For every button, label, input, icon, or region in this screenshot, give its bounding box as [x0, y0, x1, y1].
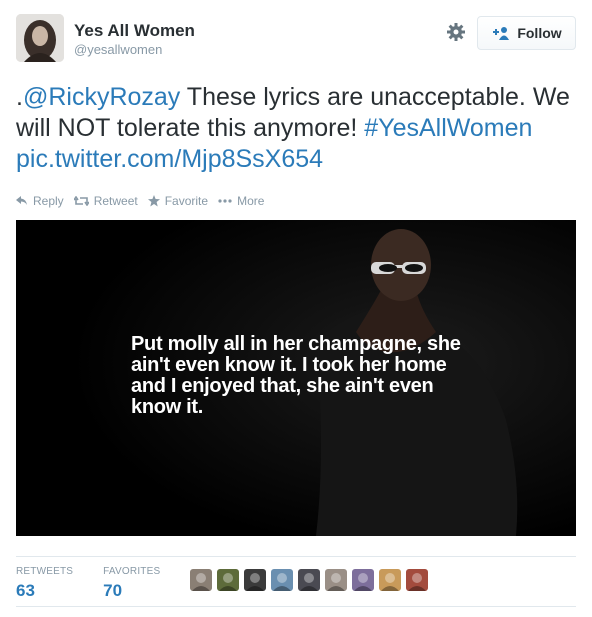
favoriter-avatar[interactable] — [406, 569, 428, 591]
favoriter-avatar[interactable] — [352, 569, 374, 591]
add-user-icon — [491, 25, 511, 41]
favoriter-avatar[interactable] — [190, 569, 212, 591]
user-handle[interactable]: @yesallwomen — [74, 42, 162, 57]
favorites-count: 70 — [103, 581, 123, 600]
favoriter-avatar[interactable] — [244, 569, 266, 591]
tweet-media[interactable]: Put molly all in her champagne, she ain'… — [16, 220, 576, 536]
tweet-header: Yes All Women @yesallwomen Follow — [16, 14, 576, 64]
favorites-stat[interactable]: FAVORITES 70 — [103, 566, 160, 601]
stats-divider-bottom — [16, 606, 576, 607]
tweet-stats: RETWEETS 63 FAVORITES 70 — [16, 566, 190, 601]
favorites-label: FAVORITES — [103, 566, 161, 577]
retweets-count: 63 — [16, 581, 35, 600]
favoriter-avatar[interactable] — [298, 569, 320, 591]
avatar[interactable] — [16, 14, 64, 62]
favoriter-avatar[interactable] — [379, 569, 401, 591]
favorite-icon — [147, 195, 160, 207]
retweet-button[interactable]: Retweet — [73, 194, 138, 208]
gear-icon[interactable] — [446, 22, 466, 42]
more-icon — [218, 199, 232, 203]
retweets-stat[interactable]: RETWEETS 63 — [16, 566, 73, 601]
display-name[interactable]: Yes All Women — [74, 21, 195, 41]
stats-divider-top — [16, 556, 576, 557]
favoriter-avatar[interactable] — [217, 569, 239, 591]
tweet-actions: Reply Retweet Favorite More — [16, 194, 274, 208]
reply-button[interactable]: Reply — [16, 194, 64, 208]
retweet-icon — [73, 196, 89, 206]
more-label: More — [237, 194, 265, 208]
media-caption: Put molly all in her champagne, she ain'… — [131, 333, 461, 418]
favoriter-avatar[interactable] — [271, 569, 293, 591]
hashtag-link[interactable]: #YesAllWomen — [364, 114, 532, 142]
follow-button[interactable]: Follow — [477, 16, 576, 50]
favorite-label: Favorite — [164, 194, 209, 208]
media-link[interactable]: pic.twitter.com/Mjp8SsX654 — [16, 145, 323, 173]
favoriter-avatars — [190, 569, 433, 591]
retweets-label: RETWEETS — [16, 566, 74, 577]
follow-label: Follow — [517, 25, 562, 41]
tweet-text: .@RickyRozay These lyrics are unacceptab… — [16, 82, 580, 175]
more-button[interactable]: More — [218, 194, 264, 208]
reply-label: Reply — [33, 194, 64, 208]
favorite-button[interactable]: Favorite — [147, 194, 209, 208]
retweet-label: Retweet — [93, 194, 138, 208]
tweet-prefix: . — [16, 83, 23, 111]
mention-link[interactable]: @RickyRozay — [23, 83, 180, 111]
reply-icon — [16, 196, 27, 205]
favoriter-avatar[interactable] — [325, 569, 347, 591]
